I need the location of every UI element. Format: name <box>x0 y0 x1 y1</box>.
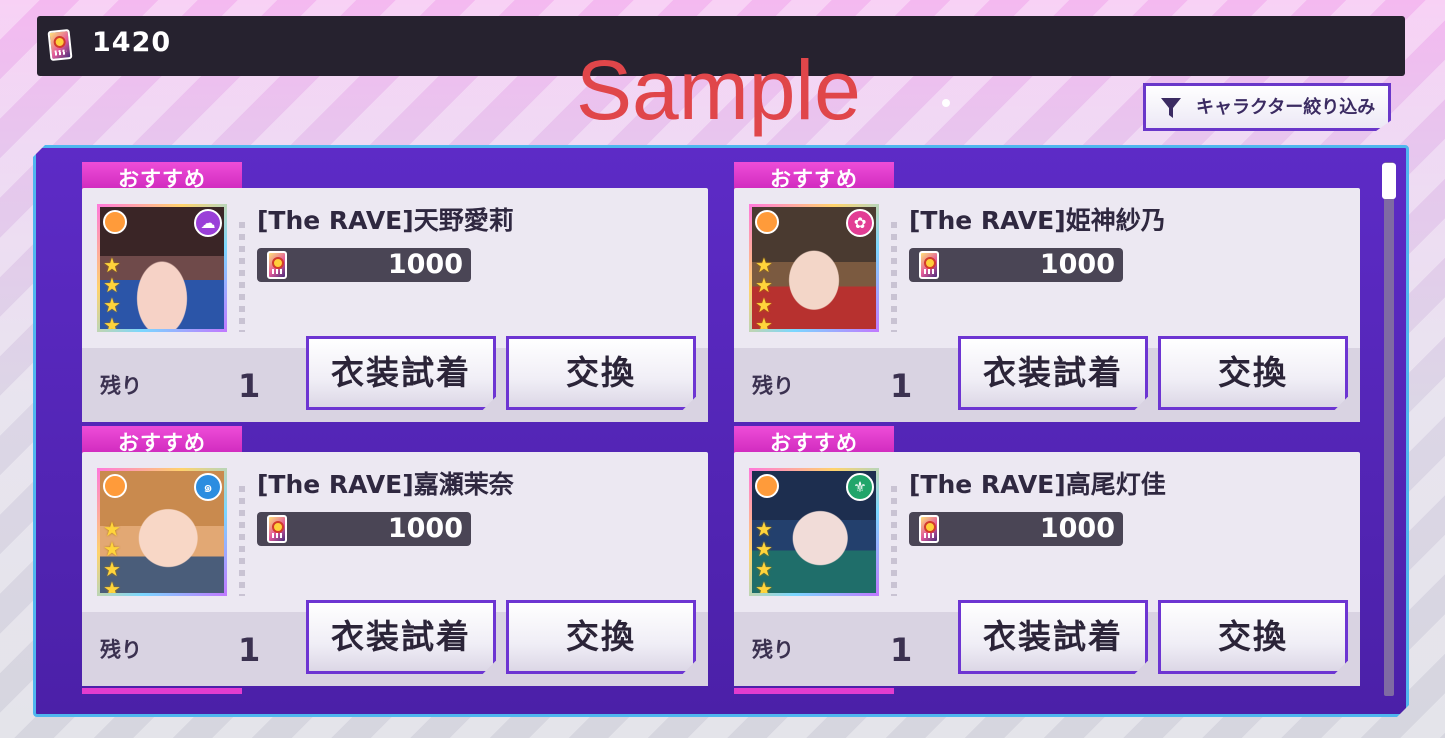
price-box: 1000 <box>257 512 471 546</box>
character-thumbnail[interactable]: ⚜ ★ ★ ★ ★ <box>749 468 879 596</box>
cute-attribute-icon: ☁ <box>194 209 222 237</box>
exchange-button[interactable]: 交換 <box>1158 336 1348 410</box>
leaf-attribute-icon: ⚜ <box>846 473 874 501</box>
star-icon: ★ <box>103 293 121 317</box>
try-on-button[interactable]: 衣装試着 <box>958 336 1148 410</box>
ribbon-attribute-icon: ✿ <box>846 209 874 237</box>
star-icon: ★ <box>103 273 121 297</box>
star-icon: ★ <box>755 253 773 277</box>
try-on-button[interactable]: 衣装試着 <box>306 336 496 410</box>
character-filter-button[interactable]: キャラクター絞り込み <box>1143 83 1391 131</box>
ticket-icon <box>267 251 287 279</box>
rarity-stars: ★ ★ ★ ★ <box>103 517 125 596</box>
star-icon: ★ <box>103 537 121 561</box>
ticket-icon <box>919 251 939 279</box>
exchange-button[interactable]: 交換 <box>506 336 696 410</box>
star-icon: ★ <box>755 577 773 596</box>
character-name: [The RAVE]嘉瀬茉奈 <box>257 470 514 499</box>
type-icon <box>755 210 779 234</box>
divider <box>891 486 897 596</box>
star-icon: ★ <box>755 293 773 317</box>
filter-label: キャラクター絞り込み <box>1196 97 1376 118</box>
divider <box>239 486 245 596</box>
rarity-stars: ★ ★ ★ ★ <box>103 253 125 332</box>
character-thumbnail[interactable]: ✿ ★ ★ ★ ★ <box>749 204 879 332</box>
star-icon: ★ <box>103 517 121 541</box>
star-icon: ★ <box>103 557 121 581</box>
star-icon: ★ <box>103 253 121 277</box>
type-icon <box>755 474 779 498</box>
rarity-stars: ★ ★ ★ ★ <box>755 517 777 596</box>
remaining-label: 残り <box>752 638 794 662</box>
ticket-icon <box>267 515 287 543</box>
star-icon: ★ <box>755 517 773 541</box>
exchange-button[interactable]: 交換 <box>506 600 696 674</box>
scrollbar-thumb[interactable] <box>1382 163 1396 199</box>
price-box: 1000 <box>909 512 1123 546</box>
character-thumbnail[interactable]: ๑ ★ ★ ★ ★ <box>97 468 227 596</box>
star-icon: ★ <box>103 313 121 332</box>
character-thumbnail[interactable]: ☁ ★ ★ ★ ★ <box>97 204 227 332</box>
price-box: 1000 <box>909 248 1123 282</box>
try-on-button[interactable]: 衣装試着 <box>958 600 1148 674</box>
rarity-stars: ★ ★ ★ ★ <box>755 253 777 332</box>
star-icon: ★ <box>103 577 121 596</box>
price-value: 1000 <box>1039 249 1115 280</box>
exchange-button[interactable]: 交換 <box>1158 600 1348 674</box>
exchange-card: おすすめ ⚜ ★ ★ ★ ★ [The RAVE]高尾灯佳 1000 残り 1 … <box>734 426 1360 688</box>
exchange-card: おすすめ ✿ ★ ★ ★ ★ [The RAVE]姫神紗乃 1000 残り 1 … <box>734 162 1360 424</box>
price-value: 1000 <box>387 249 463 280</box>
divider <box>891 222 897 332</box>
exchange-card: おすすめ ☁ ★ ★ ★ ★ [The RAVE]天野愛莉 1000 残り 1 … <box>82 162 708 424</box>
next-recommend-tab <box>734 688 894 694</box>
price-box: 1000 <box>257 248 471 282</box>
next-recommend-tab <box>82 688 242 694</box>
ticket-icon <box>919 515 939 543</box>
remaining-value: 1 <box>238 631 261 669</box>
ticket-icon <box>47 28 73 62</box>
remaining-label: 残り <box>752 374 794 398</box>
star-icon: ★ <box>755 557 773 581</box>
decorative-dot <box>942 99 950 107</box>
star-icon: ★ <box>755 537 773 561</box>
divider <box>239 222 245 332</box>
exchange-card: おすすめ ๑ ★ ★ ★ ★ [The RAVE]嘉瀬茉奈 1000 残り 1 … <box>82 426 708 688</box>
remaining-value: 1 <box>238 367 261 405</box>
remaining-value: 1 <box>890 631 913 669</box>
sample-watermark: Sample <box>576 43 861 137</box>
type-icon <box>103 474 127 498</box>
try-on-button[interactable]: 衣装試着 <box>306 600 496 674</box>
character-name: [The RAVE]姫神紗乃 <box>909 206 1166 235</box>
remaining-label: 残り <box>100 638 142 662</box>
currency-amount: 1420 <box>92 27 172 58</box>
remaining-label: 残り <box>100 374 142 398</box>
character-name: [The RAVE]天野愛莉 <box>257 206 514 235</box>
price-value: 1000 <box>1039 513 1115 544</box>
price-value: 1000 <box>387 513 463 544</box>
character-name: [The RAVE]高尾灯佳 <box>909 470 1166 499</box>
filter-funnel-icon <box>1161 98 1181 118</box>
remaining-value: 1 <box>890 367 913 405</box>
type-icon <box>103 210 127 234</box>
star-icon: ★ <box>755 313 773 332</box>
star-icon: ★ <box>755 273 773 297</box>
scrollbar-track[interactable] <box>1384 162 1394 696</box>
swirl-attribute-icon: ๑ <box>194 473 222 501</box>
